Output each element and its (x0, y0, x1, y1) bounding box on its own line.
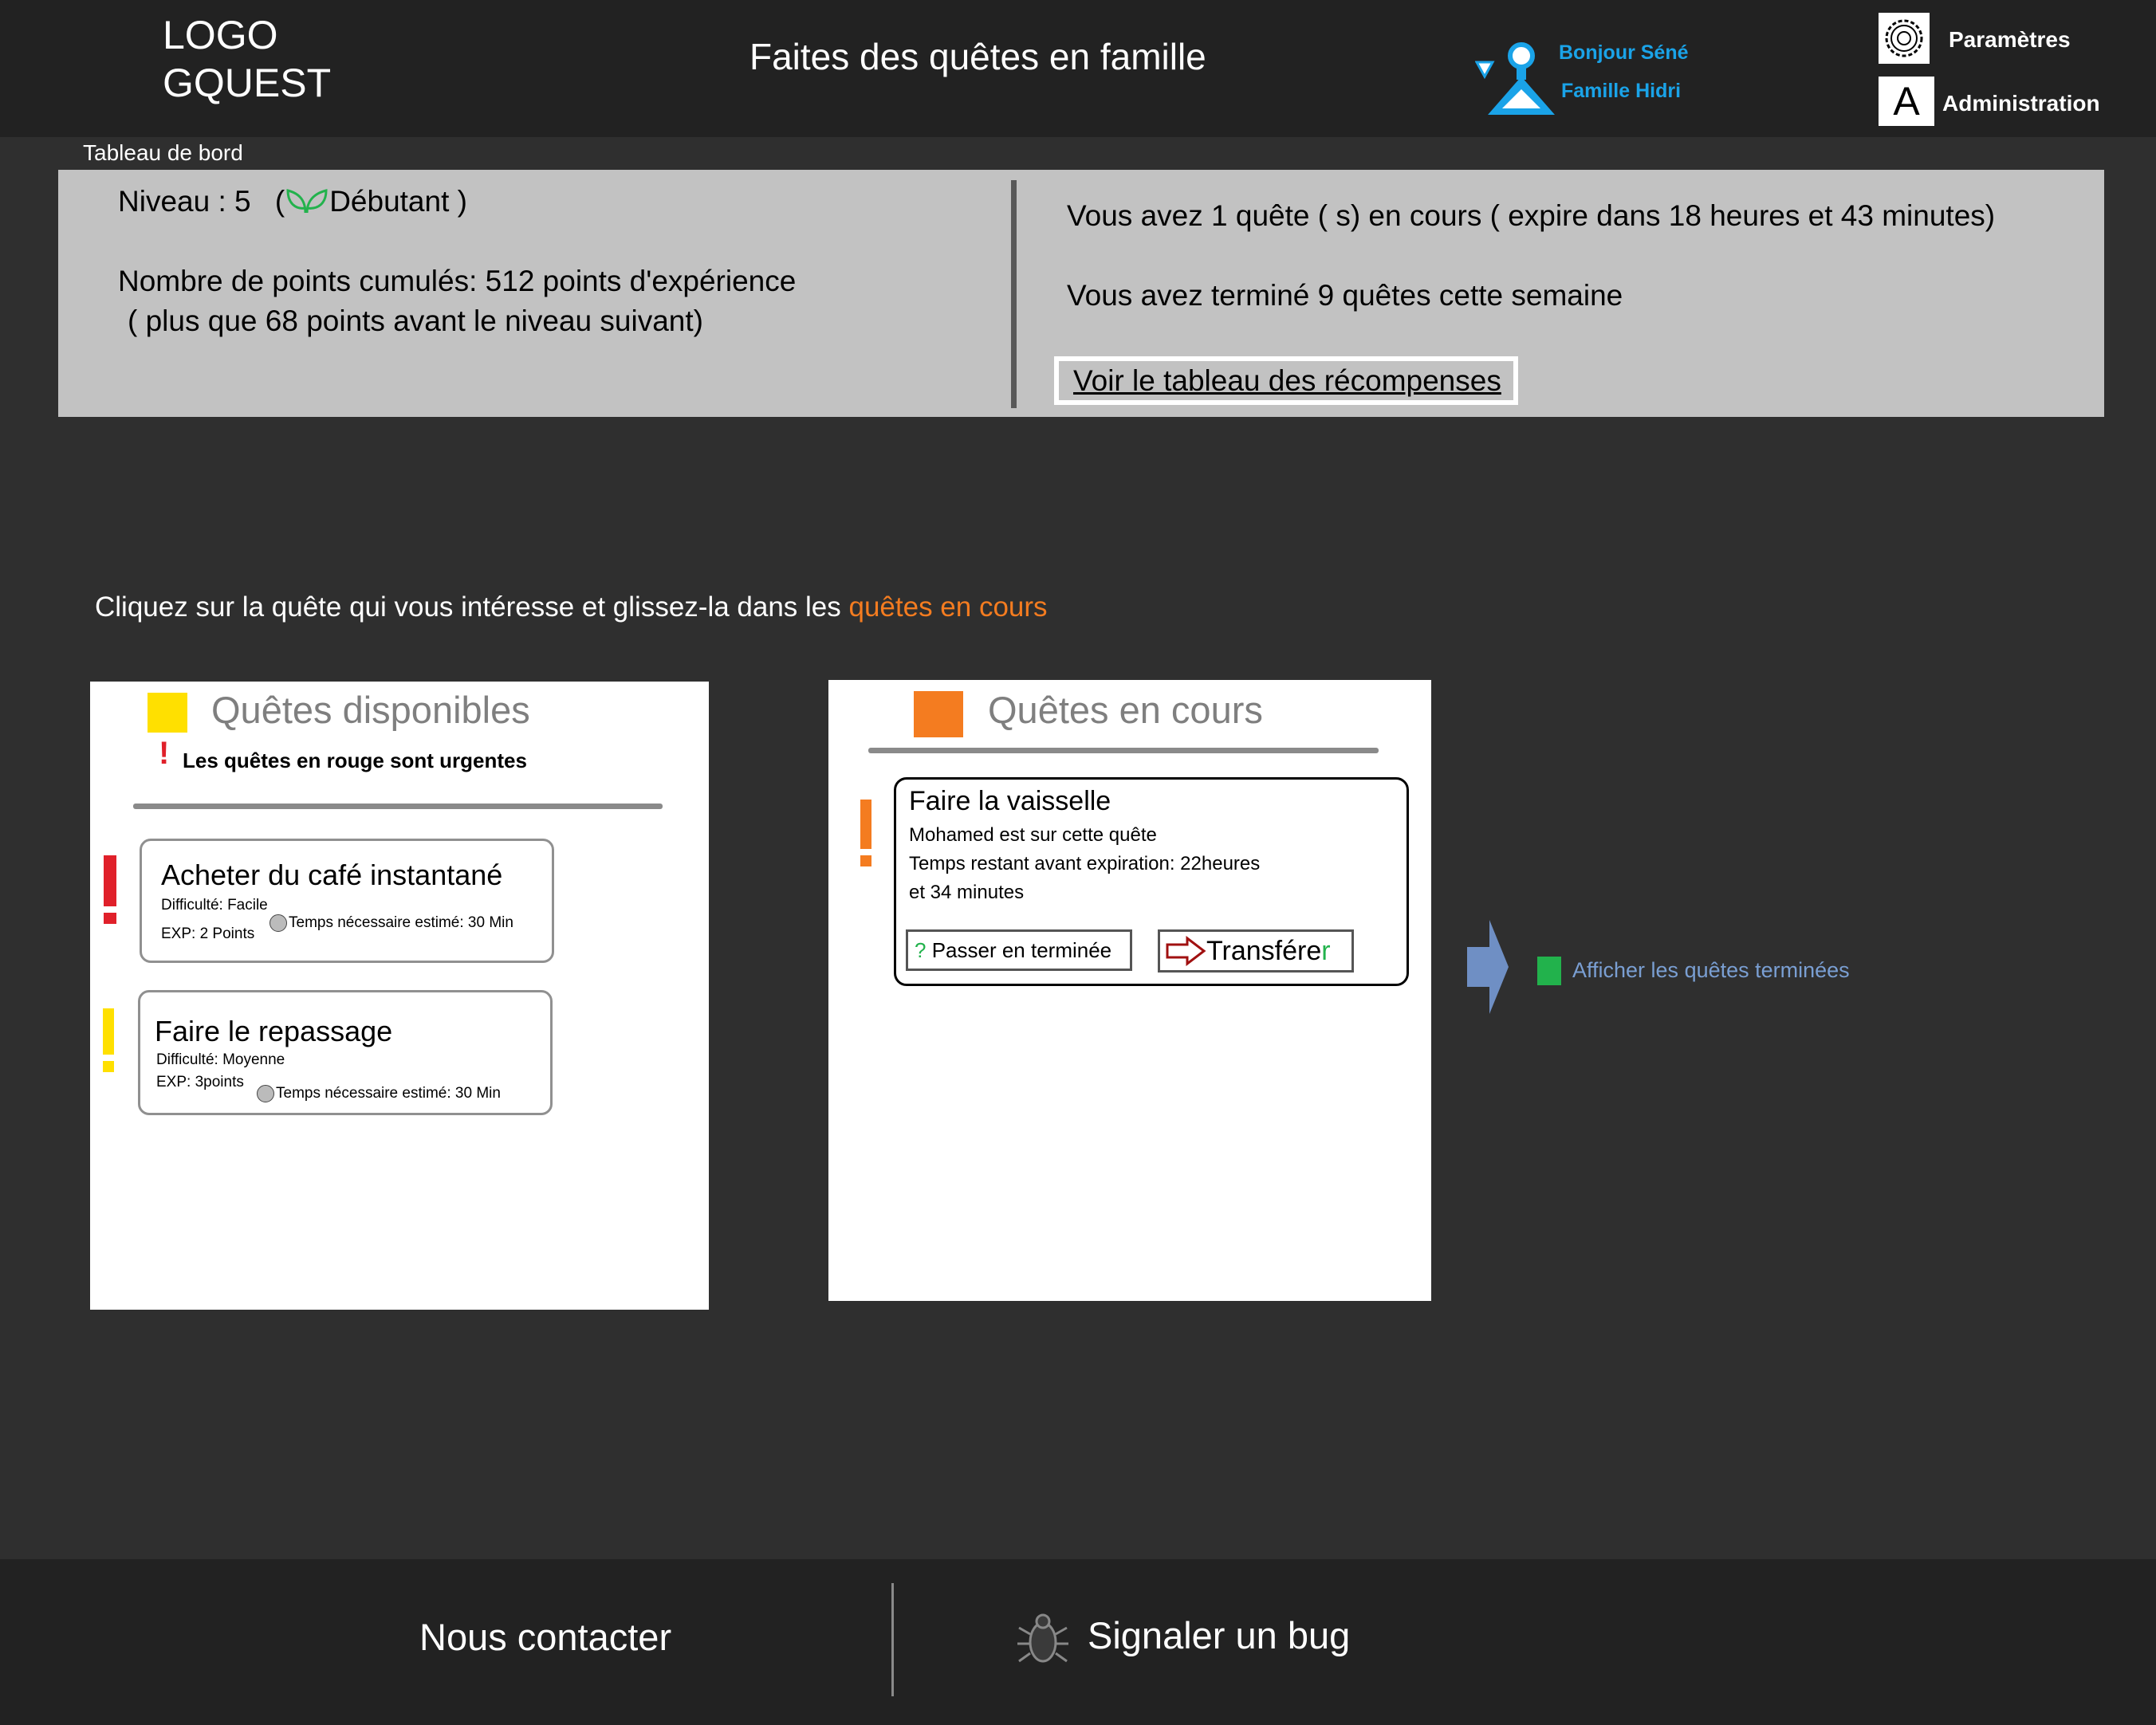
quest-title: Acheter du café instantané (161, 859, 503, 891)
available-quests-title: Quêtes disponibles (211, 689, 530, 731)
logo-line2: GQUEST (163, 61, 332, 105)
rewards-link-label: Voir le tableau des récompenses (1073, 364, 1501, 397)
user-avatar-icon[interactable] (1475, 38, 1564, 120)
family-name: Famille Hidri (1561, 80, 1682, 102)
contact-link[interactable]: Nous contacter (419, 1615, 671, 1659)
admin-link[interactable]: Administration (1942, 91, 2100, 116)
section-rule (133, 804, 663, 809)
settings-link[interactable]: Paramètres (1949, 27, 2071, 53)
transfer-arrow-icon (1166, 935, 1206, 967)
clock-icon (257, 1085, 274, 1102)
footer-divider (891, 1583, 894, 1696)
weekly-completed-status: Vous avez terminé 9 quêtes cette semaine (1067, 279, 1623, 312)
available-quests-panel: Quêtes disponibles ! Les quêtes en rouge… (90, 682, 709, 1310)
quest-exp: EXP: 2 Points (161, 925, 255, 942)
bug-icon[interactable] (1014, 1610, 1072, 1668)
logo[interactable]: LOGO GQUEST (163, 11, 331, 107)
footer (0, 1559, 2156, 1725)
quest-time-text: Temps nécessaire estimé: 30 Min (276, 1085, 501, 1102)
level-paren-open: ( (274, 185, 285, 218)
quest-time-text: Temps nécessaire estimé: 30 Min (289, 914, 513, 932)
transfer-label: Transfére (1206, 936, 1322, 966)
urgent-red-exclamation-icon (104, 855, 116, 924)
quest-difficulty: Difficulté: Facile (161, 897, 268, 914)
admin-icon[interactable]: A (1879, 77, 1934, 126)
points-to-next-level: ( plus que 68 points avant le niveau sui… (128, 305, 703, 337)
sprout-icon (286, 189, 328, 214)
user-greeting: Bonjour Séné (1559, 41, 1689, 64)
logo-line1: LOGO (163, 13, 278, 57)
rewards-table-link[interactable]: Voir le tableau des récompenses (1054, 356, 1518, 405)
quest-time: Temps nécessaire estimé: 30 Min (257, 1085, 501, 1102)
breadcrumb: Tableau de bord (83, 140, 243, 165)
quest-difficulty: Difficulté: Moyenne (156, 1051, 285, 1068)
yellow-square-icon (148, 693, 187, 733)
level-rank: Débutant (329, 185, 450, 218)
instruction-text: Cliquez sur la quête qui vous intéresse … (95, 591, 849, 623)
mark-complete-button[interactable]: ? Passer en terminée (906, 929, 1132, 971)
report-bug-link[interactable]: Signaler un bug (1088, 1613, 1350, 1657)
urgent-exclamation-icon: ! (159, 736, 170, 771)
quest-remaining-time: Temps restant avant expiration: 22heures (909, 853, 1261, 874)
quest-exp: EXP: 3points (156, 1074, 244, 1090)
transfer-button[interactable]: Transférer (1158, 929, 1354, 973)
medium-yellow-exclamation-icon (103, 1008, 114, 1072)
level-paren-close: ) (457, 185, 467, 218)
dashboard-divider (1011, 180, 1017, 408)
quest-title: Faire la vaisselle (909, 786, 1111, 816)
active-quest-card[interactable]: Faire la vaisselle Mohamed est sur cette… (894, 777, 1409, 986)
section-rule (868, 748, 1379, 753)
mark-complete-label: Passer en terminée (931, 938, 1112, 962)
current-quests-panel: Quêtes en cours Faire la vaisselle Moham… (828, 680, 1431, 1301)
points-total: Nombre de points cumulés: 512 points d'e… (118, 265, 797, 297)
quest-card[interactable]: Faire le repassage Difficulté: Moyenne E… (138, 990, 553, 1115)
quest-remaining-time-cont: et 34 minutes (909, 882, 1025, 903)
blue-arrow-right-icon (1467, 920, 1509, 1014)
orange-exclamation-icon (860, 800, 871, 866)
green-square-icon (1537, 957, 1561, 985)
show-completed-link[interactable]: Afficher les quêtes terminées (1572, 958, 1850, 983)
active-quests-status: Vous avez 1 quête ( s) en cours ( expire… (1067, 199, 1996, 232)
tagline: Faites des quêtes en famille (749, 36, 1206, 77)
quest-assignee: Mohamed est sur cette quête (909, 824, 1157, 846)
orange-square-icon (914, 691, 963, 737)
quest-card[interactable]: Acheter du café instantané Difficulté: F… (140, 839, 554, 963)
transfer-label-last: r (1321, 936, 1331, 966)
question-mark-icon: ? (915, 938, 927, 962)
urgent-note: Les quêtes en rouge sont urgentes (183, 749, 527, 772)
settings-gear-icon[interactable] (1879, 13, 1930, 64)
level-value: Niveau : 5 (118, 185, 251, 218)
quest-time: Temps nécessaire estimé: 30 Min (270, 914, 513, 932)
drag-instruction: Cliquez sur la quête qui vous intéresse … (95, 591, 1048, 623)
clock-icon (270, 914, 287, 932)
current-quests-title: Quêtes en cours (988, 689, 1263, 731)
instruction-highlight: quêtes en cours (848, 591, 1048, 623)
level-info: Niveau : 5 ( Débutant ) (118, 185, 467, 218)
quest-title: Faire le repassage (155, 1015, 393, 1047)
